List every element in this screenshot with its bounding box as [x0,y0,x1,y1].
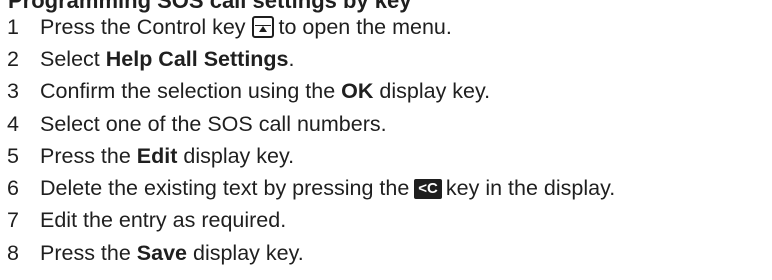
step-text: Press the Edit display key. [40,143,295,168]
list-item: 5 Press the Edit display key. [7,140,767,172]
step-number: 5 [7,143,19,168]
instruction-list: 1 Press the Control key to open the menu.… [7,11,767,269]
list-item: 4 Select one of the SOS call numbers. [7,108,767,140]
list-item: 6 Delete the existing text by pressing t… [7,172,767,204]
step-text: Edit the entry as required. [40,208,287,233]
list-item: 8 Press the Save display key. [7,237,767,269]
step-text: Select Help Call Settings. [40,46,295,71]
step-number: 6 [7,176,19,201]
step-number: 3 [7,79,19,104]
step-number: 8 [7,240,19,265]
step-text: Press the Save display key. [40,240,304,265]
backspace-key-icon: <C [414,179,442,200]
list-item: 7 Edit the entry as required. [7,205,767,237]
step-text: Select one of the SOS call numbers. [40,111,387,136]
step-text: Confirm the selection using the OK displ… [40,79,491,104]
list-item: 3 Confirm the selection using the OK dis… [7,76,767,108]
step-number: 4 [7,111,19,136]
control-key-icon [251,15,274,38]
step-number: 7 [7,208,19,233]
step-text: Press the Control key to open the menu. [40,14,452,39]
step-number: 1 [7,14,19,39]
step-number: 2 [7,46,19,71]
list-item: 1 Press the Control key to open the menu. [7,11,767,43]
step-text: Delete the existing text by pressing the… [40,176,616,201]
list-item: 2 Select Help Call Settings. [7,43,767,75]
